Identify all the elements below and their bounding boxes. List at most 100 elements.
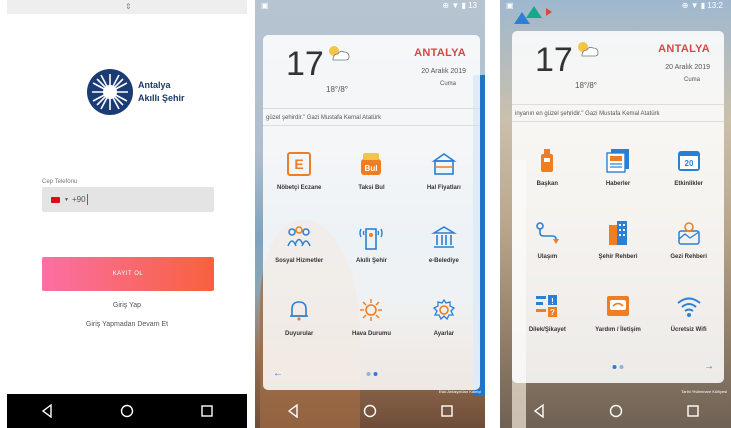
svg-text:!: ! bbox=[551, 297, 554, 306]
smart-city-icon bbox=[356, 222, 386, 252]
tile-e-municipality[interactable]: e-Belediye bbox=[408, 206, 480, 279]
nav-bar bbox=[255, 394, 485, 428]
quote-ticker: güzel şehirdir." Gazi Mustafa Kemal Atat… bbox=[263, 108, 480, 126]
tile-announcements[interactable]: Duyurular bbox=[263, 279, 335, 352]
tile-city-guide[interactable]: Şehir Rehberi bbox=[583, 202, 654, 275]
tile-label: Hava Durumu bbox=[351, 330, 391, 337]
page-dot-active[interactable] bbox=[373, 372, 377, 376]
phone-input[interactable]: ▼ +90 bbox=[42, 187, 214, 212]
status-bar: ⇕ bbox=[7, 0, 247, 14]
wifi-icon bbox=[674, 291, 704, 321]
page-indicator: ← bbox=[263, 368, 480, 382]
tile-label: Ayarlar bbox=[433, 330, 455, 337]
tile-events[interactable]: 20 Etkinlikler bbox=[653, 129, 724, 202]
date: 20 Aralık 2019 bbox=[665, 64, 710, 71]
arrow-left-icon[interactable]: ← bbox=[273, 368, 283, 379]
partly-cloudy-icon bbox=[578, 42, 599, 57]
svg-text:20: 20 bbox=[684, 159, 693, 168]
page-dots bbox=[366, 372, 377, 376]
tile-market-prices[interactable]: Hal Fiyatları bbox=[408, 133, 480, 206]
phone-label: Cep Telefonu bbox=[42, 179, 78, 185]
app-logo: Antalya Akıllı Şehir bbox=[86, 68, 185, 116]
home-icon[interactable] bbox=[359, 400, 381, 422]
guest-link[interactable]: Giriş Yapmadan Devam Et bbox=[7, 321, 247, 328]
market-icon bbox=[429, 149, 459, 179]
home-icon[interactable] bbox=[605, 400, 627, 422]
tile-help-contact[interactable]: Yardım / İletişim bbox=[583, 275, 654, 348]
tile-taxi[interactable]: Bul Taksi Bul bbox=[335, 133, 407, 206]
weather-widget[interactable]: 17 18°/8° ANTALYA 20 Aralık 2019 Cuma bbox=[512, 31, 724, 103]
tile-label: Etkinlikler bbox=[674, 180, 703, 187]
logo-line2: Akıllı Şehir bbox=[138, 93, 185, 103]
tile-social-services[interactable]: Sosyal Hizmetler bbox=[263, 206, 335, 279]
tile-label: Taksi Bul bbox=[358, 184, 385, 191]
tile-label: Hal Fiyatları bbox=[426, 184, 461, 191]
tile-settings[interactable]: Ayarlar bbox=[408, 279, 480, 352]
page-indicator: → bbox=[512, 361, 724, 375]
page-dot[interactable] bbox=[366, 372, 370, 376]
back-icon[interactable] bbox=[528, 400, 550, 422]
day-name: Cuma bbox=[439, 81, 456, 87]
bell-icon bbox=[284, 295, 314, 325]
tile-label: Başkan bbox=[536, 180, 558, 187]
temperature-range: 18°/8° bbox=[326, 85, 348, 94]
tile-travel-guide[interactable]: Gezi Rehberi bbox=[653, 202, 724, 275]
feedback-icon: !? bbox=[532, 291, 562, 321]
tile-label: Ulaşım bbox=[537, 253, 558, 260]
sun-icon bbox=[356, 295, 386, 325]
recents-icon[interactable] bbox=[682, 400, 704, 422]
tile-weather[interactable]: Hava Durumu bbox=[335, 279, 407, 352]
tile-label: e-Belediye bbox=[428, 257, 459, 264]
back-icon[interactable] bbox=[36, 400, 58, 422]
nav-bar bbox=[500, 394, 731, 428]
city-name: ANTALYA bbox=[658, 43, 710, 55]
nav-bar bbox=[7, 394, 247, 428]
weather-widget[interactable]: 17 18°/8° ANTALYA 20 Aralık 2019 Cuma bbox=[263, 35, 480, 107]
page-dot[interactable] bbox=[619, 365, 624, 369]
tile-feedback[interactable]: !? Dilek/Şikayet bbox=[512, 275, 583, 348]
route-icon bbox=[532, 218, 562, 248]
tile-mayor[interactable]: Başkan bbox=[512, 129, 583, 202]
tile-transport[interactable]: Ulaşım bbox=[512, 202, 583, 275]
recents-icon[interactable] bbox=[196, 400, 218, 422]
antalya-sun-logo-icon bbox=[87, 69, 133, 115]
travel-guide-icon bbox=[674, 218, 704, 248]
tile-label: Şehir Rehberi bbox=[598, 253, 638, 260]
turkey-flag-icon[interactable] bbox=[51, 196, 60, 203]
page-dot-active[interactable] bbox=[612, 365, 617, 369]
date: 20 Aralık 2019 bbox=[421, 68, 466, 75]
status-bar: ▣ ⊕ ▼ ▮ 13 bbox=[255, 0, 485, 14]
city-guide-icon bbox=[603, 218, 633, 248]
arrow-right-icon[interactable]: → bbox=[704, 361, 714, 372]
page-dots bbox=[612, 365, 624, 369]
home-screen-page1: ▣ ⊕ ▼ ▮ 13 17 18°/8° ANTALYA 20 Aralık 2… bbox=[255, 0, 485, 428]
partly-cloudy-icon bbox=[329, 46, 350, 61]
tile-label: Duyurular bbox=[284, 330, 314, 337]
main-card: 17 18°/8° ANTALYA 20 Aralık 2019 Cuma in… bbox=[512, 31, 724, 383]
country-dropdown-icon[interactable]: ▼ bbox=[64, 197, 69, 203]
back-icon[interactable] bbox=[282, 400, 304, 422]
register-button[interactable]: KAYIT OL bbox=[42, 257, 214, 291]
main-card: 17 18°/8° ANTALYA 20 Aralık 2019 Cuma gü… bbox=[263, 35, 480, 390]
notification-icon: ▣ bbox=[261, 1, 269, 10]
system-status-icons: ⊕ ▼ ▮ 13:2 bbox=[681, 1, 723, 10]
tile-label: Dilek/Şikayet bbox=[528, 326, 566, 333]
news-icon bbox=[603, 145, 633, 175]
gear-icon bbox=[429, 295, 459, 325]
home-screen-page2: ▣ ⊕ ▼ ▮ 13:2 17 18°/8° ANTALYA 20 Aralık… bbox=[500, 0, 731, 428]
svg-text:?: ? bbox=[550, 308, 555, 317]
tile-label: Nöbetçi Eczane bbox=[276, 184, 322, 191]
svg-text:E: E bbox=[294, 156, 303, 172]
svg-text:Bul: Bul bbox=[365, 164, 378, 173]
brand-triangles-icon bbox=[514, 6, 552, 24]
home-icon[interactable] bbox=[116, 400, 138, 422]
menu-grid: E Nöbetçi Eczane Bul Taksi Bul Hal Fiyat… bbox=[263, 133, 480, 352]
tile-news[interactable]: Haberler bbox=[583, 129, 654, 202]
quote-ticker: inyanın en güzel şehridir." Gazi Mustafa… bbox=[512, 104, 724, 122]
tile-label: Sosyal Hizmetler bbox=[275, 257, 324, 264]
tile-smart-city[interactable]: Akıllı Şehir bbox=[335, 206, 407, 279]
tile-free-wifi[interactable]: Ücretsiz Wifi bbox=[653, 275, 724, 348]
login-link[interactable]: Giriş Yap bbox=[7, 302, 247, 309]
tile-pharmacy[interactable]: E Nöbetçi Eczane bbox=[263, 133, 335, 206]
recents-icon[interactable] bbox=[436, 400, 458, 422]
